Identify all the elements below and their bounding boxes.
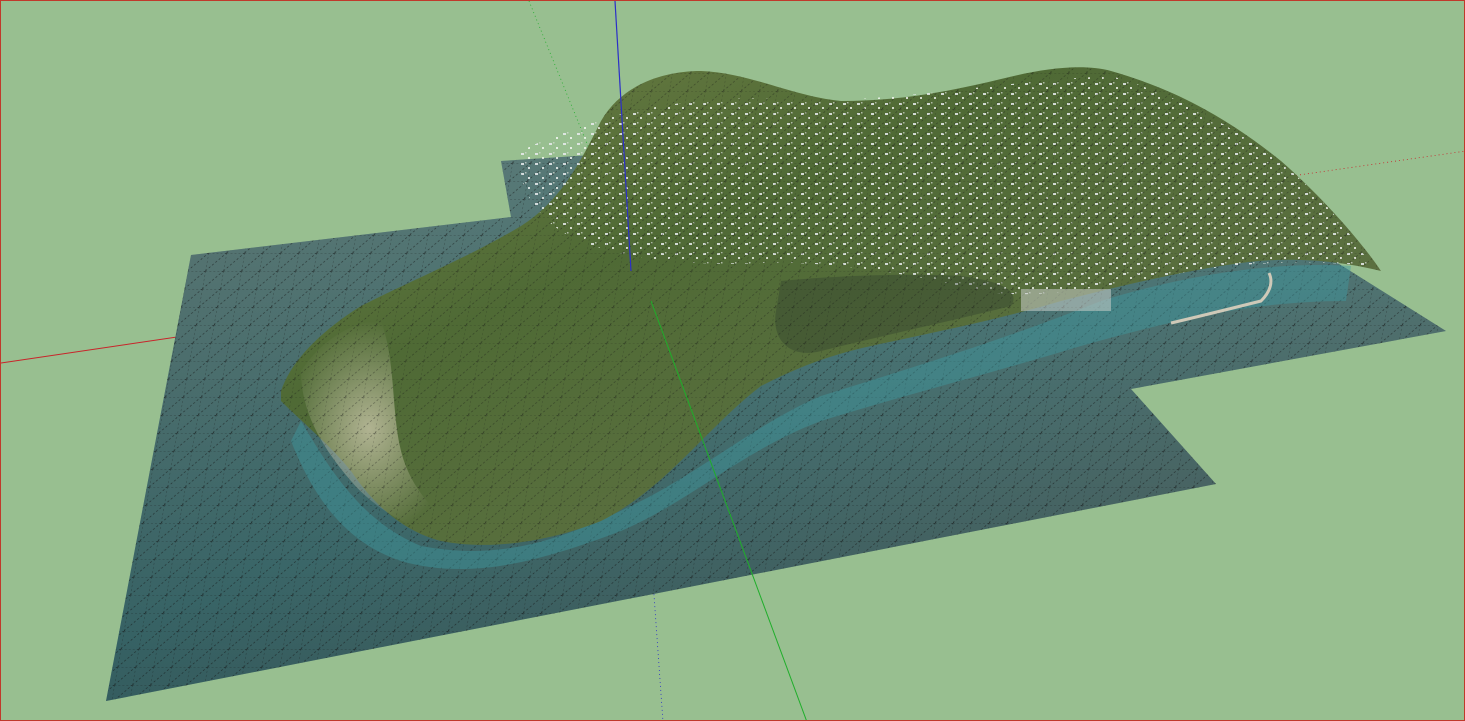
marina	[1021, 289, 1111, 311]
scene-canvas[interactable]	[1, 1, 1465, 721]
3d-viewport[interactable]	[0, 0, 1465, 721]
